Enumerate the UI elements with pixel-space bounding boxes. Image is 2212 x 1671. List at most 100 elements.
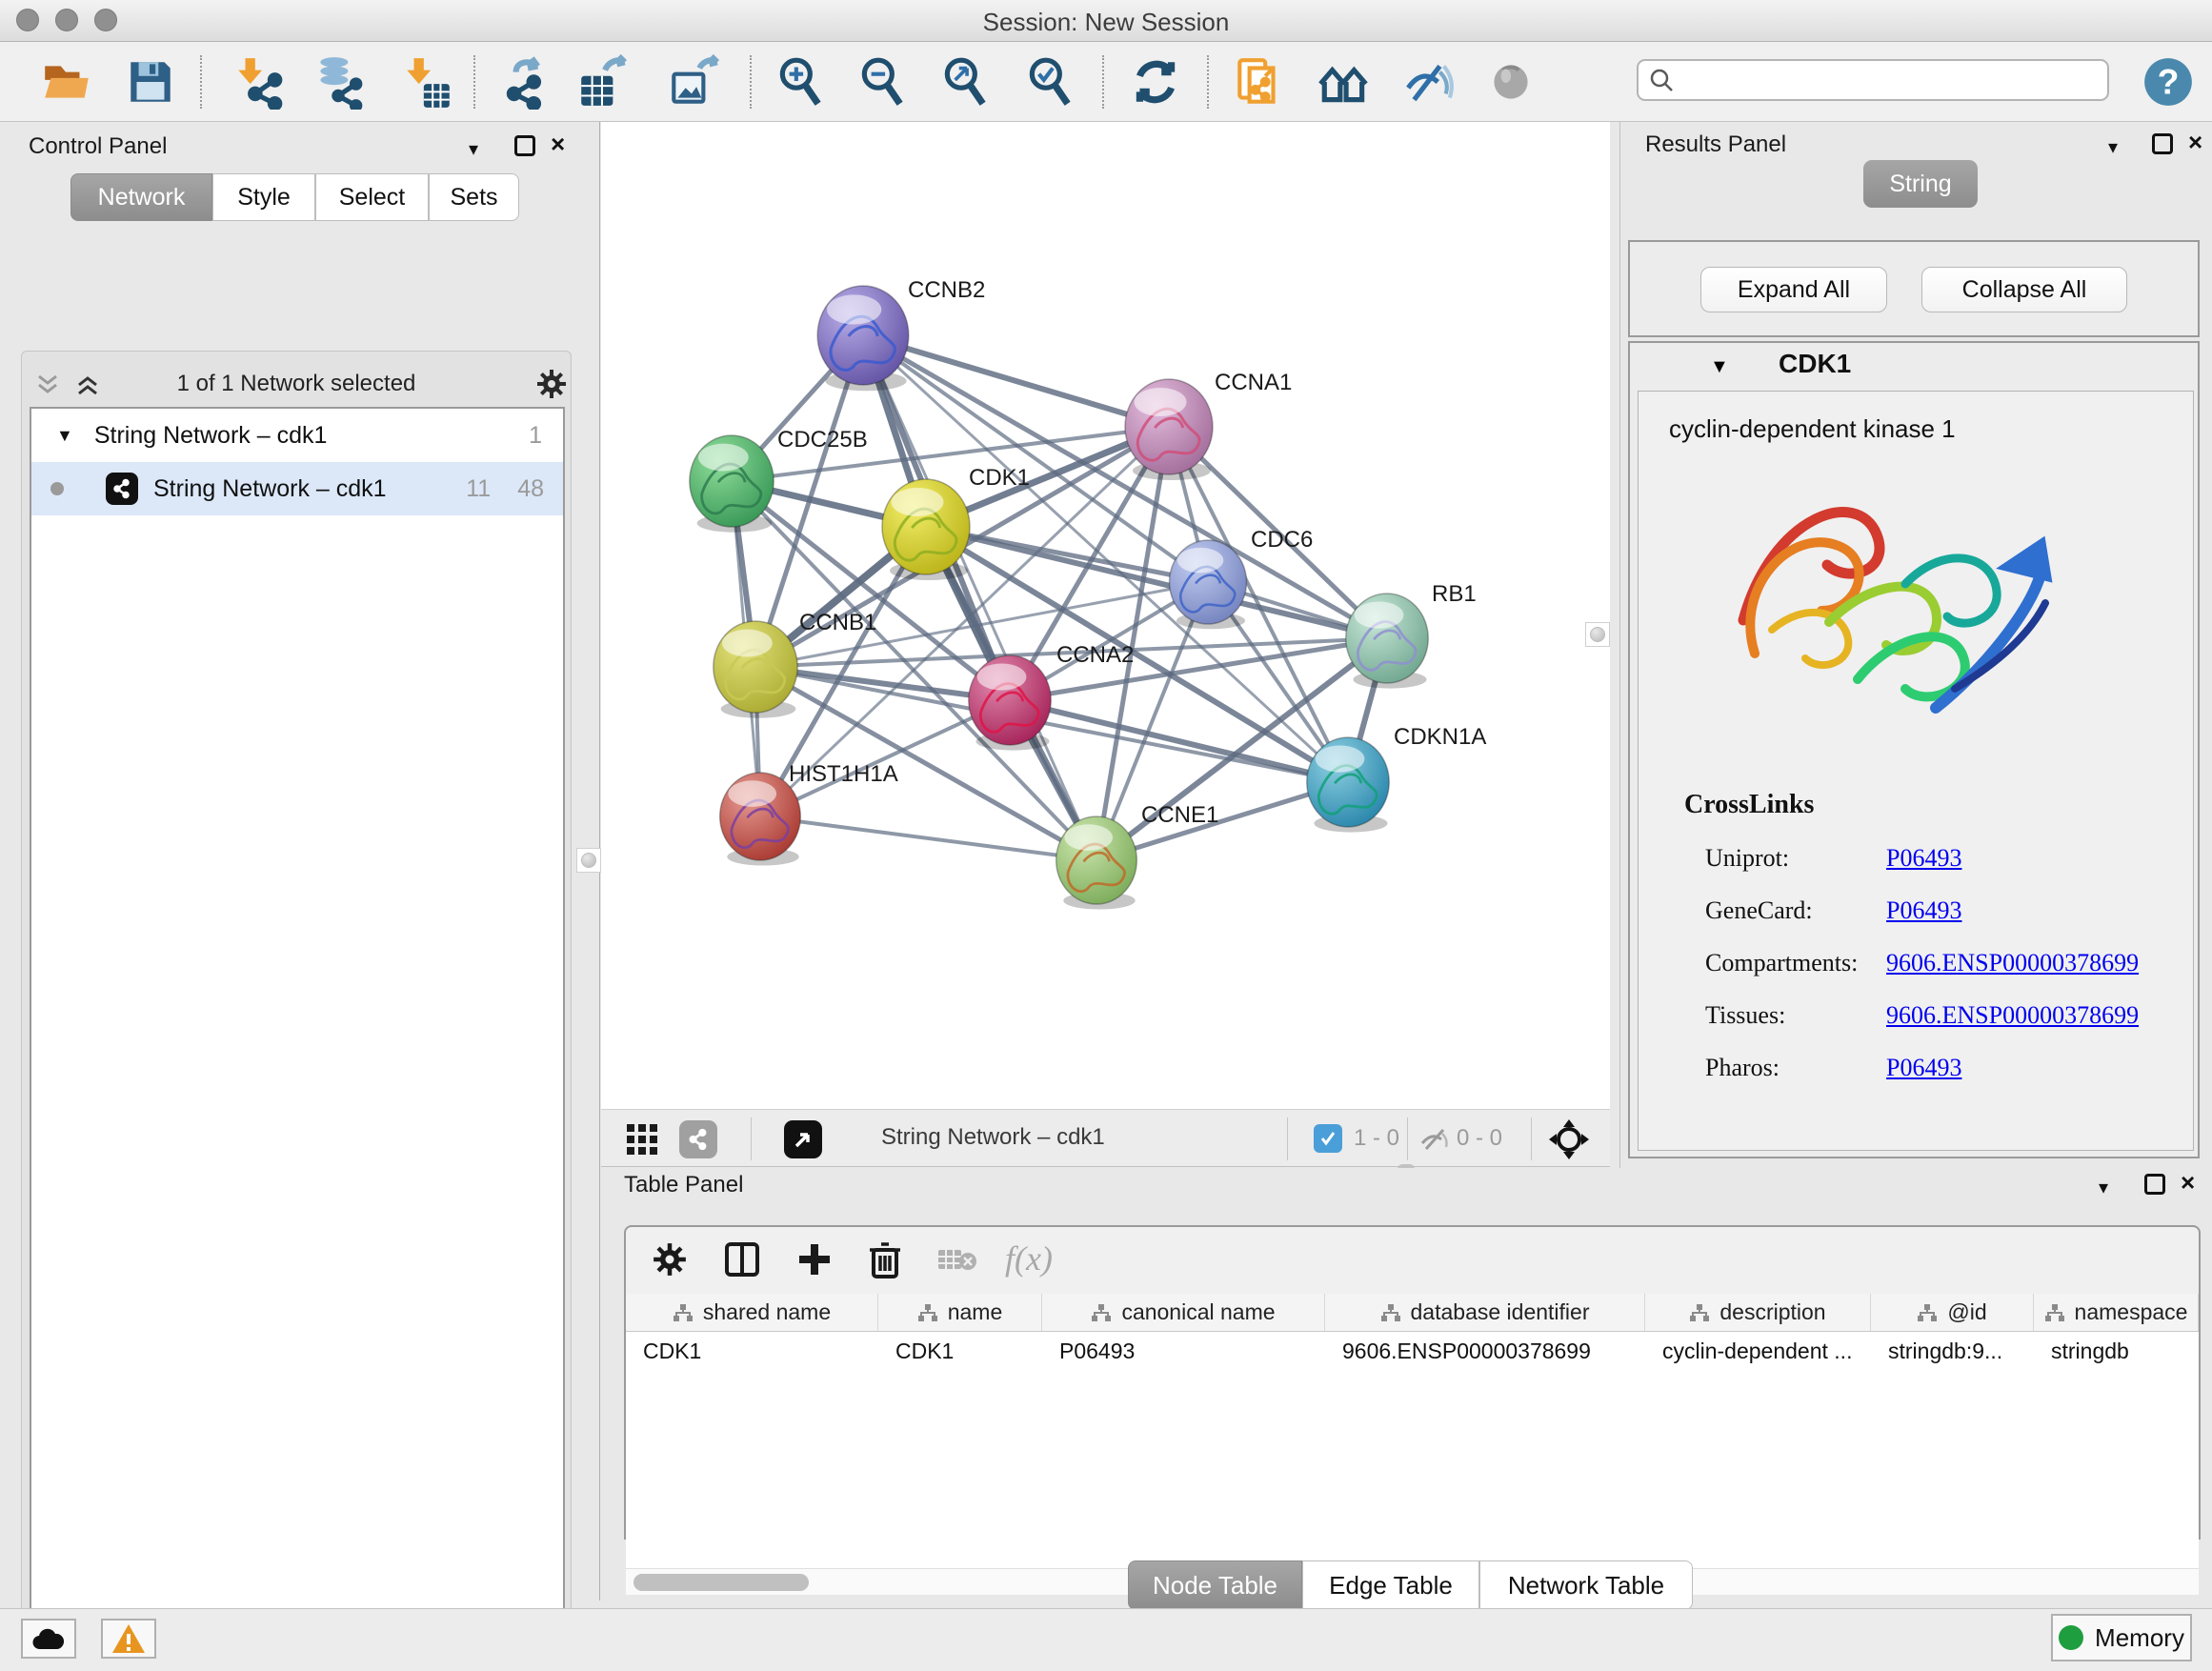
export-image-icon[interactable] [663,51,724,112]
delete-column-icon[interactable] [866,1238,904,1280]
create-column-icon[interactable] [795,1240,834,1278]
search-field[interactable] [1637,59,2109,101]
toolbar-separator [1407,1117,1408,1160]
table-panel-close-icon[interactable]: × [2181,1170,2195,1195]
crosslink-link[interactable]: 9606.ENSP00000378699 [1886,949,2139,977]
birds-eye-view-icon[interactable] [784,1120,822,1158]
network-selection-status: 1 of 1 Network selected [22,371,571,397]
crosslink-label: Pharos: [1705,1054,1886,1082]
column-header-database-identifier[interactable]: database identifier [1325,1294,1645,1331]
protein-name: CDK1 [1779,349,1851,379]
network-options-gear-icon[interactable] [536,369,567,399]
tab-select[interactable]: Select [315,173,429,221]
table-hscrollbar-thumb[interactable] [633,1574,809,1591]
apply-layout-icon[interactable] [1125,51,1186,112]
right-splitter-handle[interactable] [1585,622,1610,647]
network-edge[interactable] [863,335,1169,427]
control-panel-float-icon[interactable]: ▾ [469,137,478,161]
show-all-icon[interactable] [1480,51,1541,112]
tab-network-table[interactable]: Network Table [1479,1560,1693,1610]
help-icon[interactable]: ? [2138,51,2199,112]
show-column-icon[interactable] [723,1240,761,1278]
network-collection-row[interactable]: ▼ String Network – cdk1 1 [31,409,563,462]
import-network-file-icon[interactable] [229,51,290,112]
crosslink-link[interactable]: P06493 [1886,1054,1961,1082]
column-header-name[interactable]: name [878,1294,1042,1331]
cloud-icon [31,1626,66,1651]
control-panel-maximize-icon[interactable] [514,135,535,156]
left-splitter-handle[interactable] [576,848,601,873]
export-network-icon[interactable] [495,51,556,112]
selected-checkbox-icon[interactable] [1314,1124,1342,1153]
network-node-RB1[interactable]: RB1 [1346,581,1477,689]
table-panel-float-icon[interactable]: ▾ [2099,1176,2108,1199]
table-header-row: shared name name canonical namedatabase id… [626,1294,2199,1332]
table-panel: Table Panel ▾ × f(x) shared namenamecano… [601,1168,2212,1601]
grid-view-icon[interactable] [626,1123,658,1160]
protein-expander-icon[interactable]: ▼ [1710,356,1729,378]
memory-button[interactable]: Memory [2051,1614,2192,1661]
network-list-header: 1 of 1 Network selected [22,361,571,407]
network-node-CDKN1A[interactable]: CDKN1A [1307,724,1487,833]
tab-sets[interactable]: Sets [429,173,519,221]
network-thumbnail-icon[interactable] [679,1120,717,1158]
duplicate-network-icon[interactable] [1229,51,1290,112]
column-model-icon [1689,1303,1710,1322]
fit-selected-crosshair-icon[interactable] [1548,1118,1590,1165]
network-canvas[interactable]: CCNB2CCNA1CDC25BCDK1CDC6RB1CCNB1CCNA2CDK… [601,122,1610,1109]
column-header-shared-name[interactable]: shared name [626,1294,878,1331]
warning-status-button[interactable] [101,1619,156,1659]
crosslinks-heading: CrossLinks [1684,790,1814,820]
network-edge[interactable] [863,335,1096,860]
column-header-label: namespace [2075,1299,2188,1325]
string-home-icon[interactable] [1314,51,1375,112]
results-panel-float-icon[interactable]: ▾ [2108,135,2118,159]
results-panel-maximize-icon[interactable] [2152,133,2173,154]
hidden-eye-icon[interactable] [1418,1124,1451,1158]
network-row[interactable]: String Network – cdk1 11 48 [31,462,563,515]
save-session-icon[interactable] [120,51,181,112]
crosslink-link[interactable]: P06493 [1886,844,1961,873]
network-node-CCNB2[interactable]: CCNB2 [817,277,985,391]
column-header-description[interactable]: description [1645,1294,1871,1331]
zoom-fit-icon[interactable] [935,51,995,112]
tab-network[interactable]: Network [70,173,212,221]
column-header--id[interactable]: @id [1871,1294,2034,1331]
column-header-canonical-name[interactable]: canonical name [1042,1294,1325,1331]
node-label-CDKN1A: CDKN1A [1394,724,1486,750]
network-node-HIST1H1A[interactable]: HIST1H1A [720,761,898,866]
zoom-out-icon[interactable] [852,51,913,112]
results-panel-close-icon[interactable]: × [2188,130,2202,154]
import-table-icon[interactable] [397,51,458,112]
network-node-CCNE1[interactable]: CCNE1 [1056,802,1219,910]
table-gear-icon[interactable] [653,1242,687,1277]
collapse-all-button[interactable]: Collapse All [1921,267,2127,312]
apply-function-fx-icon[interactable]: f(x) [1005,1238,1053,1278]
zoom-in-icon[interactable] [770,51,831,112]
open-session-icon[interactable] [36,51,97,112]
tab-edge-table[interactable]: Edge Table [1302,1560,1479,1610]
tab-string[interactable]: String [1863,160,1978,208]
column-header-namespace[interactable]: namespace [2034,1294,2199,1331]
search-input[interactable] [1675,68,2094,92]
import-network-database-icon[interactable] [308,51,369,112]
crosslink-label: Compartments: [1705,949,1886,977]
tab-node-table[interactable]: Node Table [1128,1560,1302,1610]
zoom-selected-icon[interactable] [1019,51,1080,112]
hide-selected-icon[interactable] [1398,51,1458,112]
export-table-icon[interactable] [573,51,633,112]
expand-all-button[interactable]: Expand All [1700,267,1887,312]
cloud-status-button[interactable] [21,1619,76,1659]
network-edge-count: 48 [517,475,544,503]
tab-style[interactable]: Style [212,173,315,221]
table-row[interactable]: CDK1CDK1P064939606.ENSP00000378699cyclin… [626,1332,2199,1370]
control-panel-close-icon[interactable]: × [551,131,565,156]
crosslink-row: Pharos:P06493 [1705,1041,2182,1094]
collection-expander-icon[interactable]: ▼ [56,426,73,446]
crosslink-link[interactable]: 9606.ENSP00000378699 [1886,1001,2139,1030]
delete-table-icon[interactable] [936,1246,978,1275]
column-header-label: name [948,1299,1003,1325]
table-panel-maximize-icon[interactable] [2144,1174,2165,1195]
network-edge[interactable] [760,816,1096,860]
crosslink-link[interactable]: P06493 [1886,896,1961,925]
